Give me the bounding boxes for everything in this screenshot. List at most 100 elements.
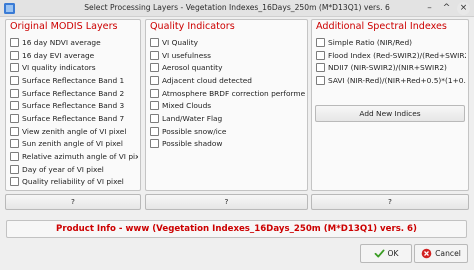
layer-checkbox-reliability[interactable]: Quality reliability of VI pixel — [10, 176, 138, 189]
checkbox-label: Relative azimuth angle of VI pixel — [22, 152, 138, 162]
original-layers-title: Original MODIS Layers — [10, 21, 118, 32]
maximize-icon[interactable]: ^ — [440, 2, 453, 15]
checkbox[interactable] — [316, 37, 325, 47]
quality-checkbox-usefulness[interactable]: VI usefulness — [150, 49, 305, 62]
index-checkbox-flood[interactable]: Flood Index (Red-SWIR2)/(Red+SWIR2) — [316, 49, 466, 62]
cancel-button-label: Cancel — [435, 249, 461, 258]
checkbox[interactable] — [10, 37, 19, 47]
layer-checkbox-evi[interactable]: 16 day EVI average — [10, 49, 138, 62]
spectral-indexes-help-button[interactable]: ? — [311, 194, 469, 210]
layer-checkbox-band7[interactable]: Surface Reflectance Band 7 — [10, 112, 138, 125]
checkbox[interactable] — [150, 50, 159, 60]
check-icon — [374, 249, 385, 258]
checkbox[interactable] — [10, 113, 19, 123]
checkbox-label: Land/Water Flag — [162, 113, 223, 123]
checkbox-label: Mixed Clouds — [162, 101, 212, 111]
checkbox-label: Simple Ratio (NIR/Red) — [328, 37, 413, 47]
quality-checkbox-mixed-clouds[interactable]: Mixed Clouds — [150, 99, 305, 112]
checkbox-label: VI quality indicators — [22, 63, 96, 73]
checkbox-label: View zenith angle of VI pixel — [22, 126, 127, 136]
checkbox[interactable] — [10, 63, 19, 73]
checkbox[interactable] — [10, 75, 19, 85]
checkbox-label: 16 day EVI average — [22, 50, 95, 60]
checkbox-label: Surface Reflectance Band 1 — [22, 75, 125, 85]
minimize-icon[interactable]: – — [423, 2, 436, 15]
checkbox[interactable] — [10, 88, 19, 98]
window-title: Select Processing Layers - Vegetation In… — [84, 3, 390, 12]
checkbox-label: Possible shadow — [162, 139, 223, 149]
checkbox-label: SAVI (NIR-Red)/(NIR+Red+0.5)*(1+0.5) — [328, 75, 466, 85]
checkbox[interactable] — [150, 101, 159, 111]
layer-checkbox-day-of-year[interactable]: Day of year of VI pixel — [10, 163, 138, 176]
index-checkbox-simple-ratio[interactable]: Simple Ratio (NIR/Red) — [316, 36, 466, 49]
quality-indicators-panel: Quality Indicators VI Quality VI usefuln… — [145, 19, 308, 191]
cancel-icon — [421, 248, 432, 259]
checkbox[interactable] — [150, 126, 159, 136]
original-layers-help-button[interactable]: ? — [5, 194, 141, 210]
quality-checkbox-shadow[interactable]: Possible shadow — [150, 138, 305, 151]
title-bar[interactable]: Select Processing Layers - Vegetation In… — [0, 0, 474, 17]
quality-checkbox-brdf[interactable]: Atmosphere BRDF correction performed — [150, 87, 305, 100]
quality-checkbox-snow-ice[interactable]: Possible snow/ice — [150, 125, 305, 138]
checkbox[interactable] — [150, 63, 159, 73]
checkbox-label: VI Quality — [162, 37, 198, 47]
checkbox[interactable] — [10, 101, 19, 111]
layer-checkbox-sun-zenith[interactable]: Sun zenith angle of VI pixel — [10, 138, 138, 151]
checkbox-label: Surface Reflectance Band 2 — [22, 88, 125, 98]
cancel-button[interactable]: Cancel — [414, 244, 468, 263]
ok-button-label: OK — [387, 249, 399, 258]
original-layers-list: 16 day NDVI average 16 day EVI average V… — [10, 36, 138, 188]
checkbox[interactable] — [316, 63, 325, 73]
checkbox[interactable] — [150, 75, 159, 85]
index-checkbox-ndii7[interactable]: NDII7 (NIR-SWIR2)/(NIR+SWIR2) — [316, 61, 466, 74]
add-new-indices-button[interactable]: Add New Indices — [315, 105, 465, 122]
quality-checkbox-land-water[interactable]: Land/Water Flag — [150, 112, 305, 125]
layer-checkbox-rel-azimuth[interactable]: Relative azimuth angle of VI pixel — [10, 150, 138, 163]
quality-checkbox-aerosol[interactable]: Aerosol quantity — [150, 61, 305, 74]
layer-checkbox-vi-quality[interactable]: VI quality indicators — [10, 61, 138, 74]
product-info-button[interactable]: Product Info - www (Vegetation Indexes_1… — [6, 220, 467, 238]
spectral-indexes-title: Additional Spectral Indexes — [316, 21, 447, 32]
layer-checkbox-band1[interactable]: Surface Reflectance Band 1 — [10, 74, 138, 87]
checkbox[interactable] — [316, 75, 325, 85]
quality-checkbox-vi-quality[interactable]: VI Quality — [150, 36, 305, 49]
checkbox[interactable] — [10, 139, 19, 149]
quality-indicators-title: Quality Indicators — [150, 21, 235, 32]
checkbox-label: Day of year of VI pixel — [22, 164, 104, 174]
layer-checkbox-view-zenith[interactable]: View zenith angle of VI pixel — [10, 125, 138, 138]
checkbox-label: Flood Index (Red-SWIR2)/(Red+SWIR2) — [328, 50, 466, 60]
quality-checkbox-adjacent-cloud[interactable]: Adjacent cloud detected — [150, 74, 305, 87]
quality-indicators-list: VI Quality VI usefulness Aerosol quantit… — [150, 36, 305, 150]
checkbox-label: Atmosphere BRDF correction performed — [162, 88, 305, 98]
checkbox[interactable] — [150, 37, 159, 47]
checkbox[interactable] — [150, 139, 159, 149]
spectral-indexes-panel: Additional Spectral Indexes Simple Ratio… — [311, 19, 469, 191]
checkbox[interactable] — [10, 126, 19, 136]
layer-checkbox-band3[interactable]: Surface Reflectance Band 3 — [10, 99, 138, 112]
layer-checkbox-ndvi[interactable]: 16 day NDVI average — [10, 36, 138, 49]
checkbox[interactable] — [10, 152, 19, 162]
checkbox-label: Sun zenith angle of VI pixel — [22, 139, 123, 149]
checkbox[interactable] — [10, 164, 19, 174]
checkbox-label: Quality reliability of VI pixel — [22, 177, 124, 187]
layer-checkbox-band2[interactable]: Surface Reflectance Band 2 — [10, 87, 138, 100]
index-checkbox-savi[interactable]: SAVI (NIR-Red)/(NIR+Red+0.5)*(1+0.5) — [316, 74, 466, 87]
dialog-window: Select Processing Layers - Vegetation In… — [0, 0, 474, 270]
checkbox[interactable] — [150, 113, 159, 123]
checkbox[interactable] — [316, 50, 325, 60]
checkbox-label: VI usefulness — [162, 50, 211, 60]
checkbox[interactable] — [150, 88, 159, 98]
checkbox-label: Surface Reflectance Band 7 — [22, 113, 125, 123]
original-layers-panel: Original MODIS Layers 16 day NDVI averag… — [5, 19, 141, 191]
checkbox-label: Aerosol quantity — [162, 63, 223, 73]
close-icon[interactable]: × — [457, 2, 470, 15]
checkbox[interactable] — [10, 50, 19, 60]
spectral-indexes-list: Simple Ratio (NIR/Red) Flood Index (Red-… — [316, 36, 466, 87]
checkbox-label: Adjacent cloud detected — [162, 75, 252, 85]
checkbox-label: Possible snow/ice — [162, 126, 227, 136]
checkbox-label: NDII7 (NIR-SWIR2)/(NIR+SWIR2) — [328, 63, 447, 73]
quality-indicators-help-button[interactable]: ? — [145, 194, 308, 210]
checkbox-label: 16 day NDVI average — [22, 37, 101, 47]
checkbox[interactable] — [10, 177, 19, 187]
ok-button[interactable]: OK — [360, 244, 412, 263]
